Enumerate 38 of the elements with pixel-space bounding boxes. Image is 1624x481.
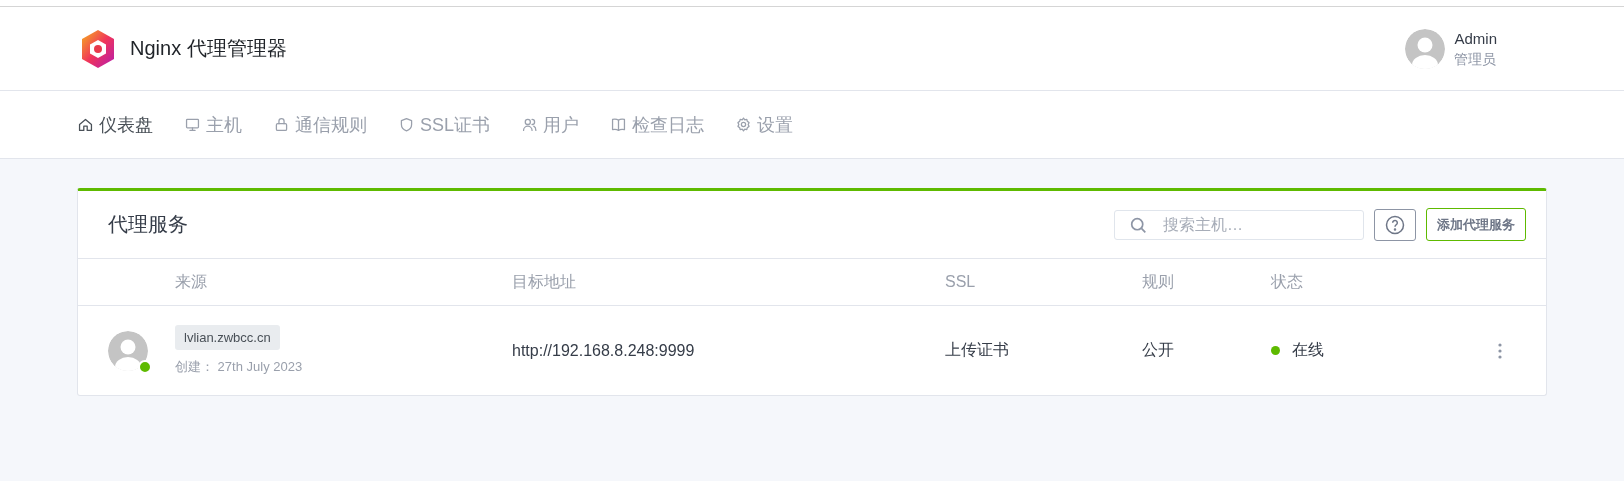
search-field[interactable]: 搜索主机…	[1114, 209, 1364, 240]
avatar-icon	[1405, 28, 1446, 69]
settings-icon	[735, 116, 753, 133]
created-date: 创建： 27th July 2023	[175, 358, 304, 376]
column-header: 目标地址	[512, 271, 577, 292]
users-icon	[521, 116, 539, 133]
shield-icon	[398, 116, 415, 133]
user-name: Admin	[1454, 28, 1497, 49]
column-header: 状态	[1271, 271, 1304, 292]
user-role: 管理员	[1454, 49, 1497, 69]
lock-icon	[273, 116, 290, 133]
nav-tab[interactable]: 检查日志	[610, 112, 705, 137]
app-title: Nginx 代理管理器	[130, 36, 287, 61]
card-title: 代理服务	[108, 212, 189, 237]
nav-tab[interactable]: 通信规则	[273, 112, 367, 137]
avatar-icon	[108, 330, 148, 371]
column-header: SSL	[945, 273, 977, 291]
help-icon	[1385, 214, 1405, 235]
nav-tab[interactable]: 设置	[735, 112, 794, 137]
help-button[interactable]	[1374, 208, 1416, 241]
book-icon	[610, 116, 628, 133]
more-icon	[1498, 342, 1502, 359]
nav-tab[interactable]: 用户	[521, 112, 580, 137]
search-icon	[1130, 216, 1147, 234]
domain-tag: lvlian.zwbcc.cn	[175, 325, 280, 350]
logo-icon	[80, 28, 116, 69]
nav-tab[interactable]: 主机	[184, 112, 242, 137]
destination-text: http://192.168.8.248:9999	[512, 341, 696, 360]
home-icon	[77, 116, 94, 133]
monitor-icon	[184, 116, 201, 133]
add-proxy-button[interactable]: 添加代理服务	[1426, 208, 1526, 241]
nav-tab[interactable]: 仪表盘	[77, 112, 153, 137]
rule-text: 公开	[1142, 340, 1175, 360]
ssl-text: 上传证书	[945, 340, 1010, 360]
nav-tab[interactable]: SSL证书	[398, 112, 491, 137]
status-text: 在线	[1292, 340, 1324, 360]
column-header: 规则	[1142, 271, 1175, 292]
column-header: 来源	[175, 271, 208, 292]
